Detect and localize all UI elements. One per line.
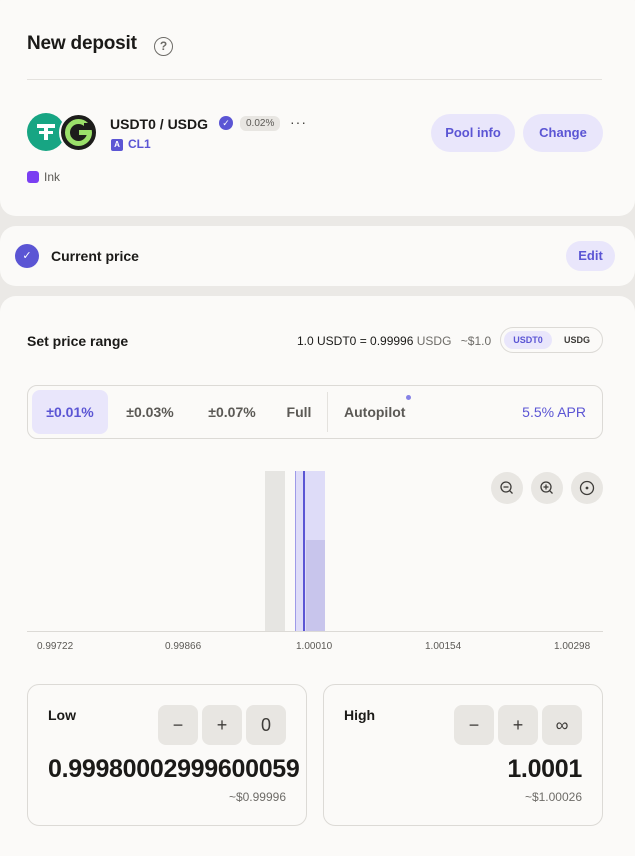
preset-full[interactable]: Full — [278, 390, 320, 434]
help-icon[interactable]: ? — [154, 37, 173, 56]
x-axis — [27, 631, 603, 632]
price-range-card: Set price range 1.0 USDT0 = 0.99996 USDG… — [0, 296, 635, 856]
more-icon[interactable]: ··· — [290, 114, 307, 130]
low-zero-button[interactable]: 0 — [246, 705, 286, 745]
rate-unit: USDG — [416, 334, 452, 348]
edit-button[interactable]: Edit — [566, 241, 615, 271]
low-label: Low — [48, 707, 76, 723]
check-icon: ✓ — [15, 244, 39, 268]
pool-pair: USDT0 / USDG — [110, 116, 209, 132]
usdg-token-icon — [59, 113, 98, 152]
current-price-label: Current price — [51, 248, 139, 264]
tick-label: 1.00298 — [554, 641, 591, 652]
toggle-usdg[interactable]: USDG — [555, 331, 599, 349]
liquidity-bar — [265, 471, 285, 631]
toggle-usdt0[interactable]: USDT0 — [504, 331, 552, 349]
pool-info-button[interactable]: Pool info — [431, 114, 515, 152]
set-price-range-label: Set price range — [27, 333, 129, 349]
high-usd-value: ~$1.00026 — [524, 790, 582, 804]
change-button[interactable]: Change — [523, 114, 603, 152]
deposit-header-card: New deposit ? USDT0 / USDG ✓ 0.02% ··· A… — [0, 0, 635, 216]
low-price-box: Low − + 0 0.99980002999600059 ~$0.99996 — [27, 684, 307, 826]
preset-divider — [327, 392, 328, 432]
pool-type-icon: A — [111, 139, 123, 151]
tick-label: 1.00154 — [425, 641, 462, 652]
reset-zoom-icon[interactable] — [571, 472, 603, 504]
liquidity-bar-in-range — [306, 540, 325, 631]
tick-label: 0.99866 — [165, 641, 202, 652]
autopilot-indicator-icon — [406, 395, 411, 400]
preset-0-07[interactable]: ±0.07% — [194, 390, 270, 434]
autopilot-button[interactable]: Autopilot — [344, 390, 405, 434]
tick-label: 0.99722 — [37, 641, 74, 652]
high-label: High — [344, 707, 376, 723]
token-toggle: USDT0 USDG — [500, 327, 603, 353]
pool-type: CL1 — [128, 137, 151, 151]
high-decrement-button[interactable]: − — [454, 705, 494, 745]
zoom-in-icon[interactable] — [531, 472, 563, 504]
low-increment-button[interactable]: + — [202, 705, 242, 745]
current-price-line — [303, 471, 305, 631]
fee-badge: 0.02% — [240, 116, 281, 131]
divider — [27, 79, 602, 80]
low-price-handle[interactable] — [295, 471, 296, 631]
low-decrement-button[interactable]: − — [158, 705, 198, 745]
verified-icon: ✓ — [219, 116, 233, 130]
high-price-input[interactable]: 1.0001 — [507, 755, 582, 784]
chain-label: Ink — [44, 170, 61, 184]
rate-usd: ~$1.0 — [460, 334, 492, 348]
preset-0-03[interactable]: ±0.03% — [114, 390, 186, 434]
tick-label: 1.00010 — [296, 641, 333, 652]
zoom-out-icon[interactable] — [491, 472, 523, 504]
high-price-box: High − + ∞ 1.0001 ~$1.00026 — [323, 684, 603, 826]
range-presets: ±0.01% ±0.03% ±0.07% Full Autopilot 5.5%… — [27, 385, 603, 439]
ink-chain-icon — [27, 171, 39, 183]
current-price-card: ✓ Current price Edit — [0, 226, 635, 286]
high-increment-button[interactable]: + — [498, 705, 538, 745]
page-title: New deposit — [27, 33, 137, 54]
rate-value: 1.0 USDT0 = 0.99996 — [297, 334, 414, 348]
high-infinity-button[interactable]: ∞ — [542, 705, 582, 745]
low-price-input[interactable]: 0.99980002999600059 — [48, 755, 300, 784]
apr-value: 5.5% APR — [522, 404, 586, 420]
low-usd-value: ~$0.99996 — [228, 790, 286, 804]
exchange-rate: 1.0 USDT0 = 0.99996 USDG ~$1.0 — [297, 334, 491, 348]
preset-0-01[interactable]: ±0.01% — [32, 390, 108, 434]
